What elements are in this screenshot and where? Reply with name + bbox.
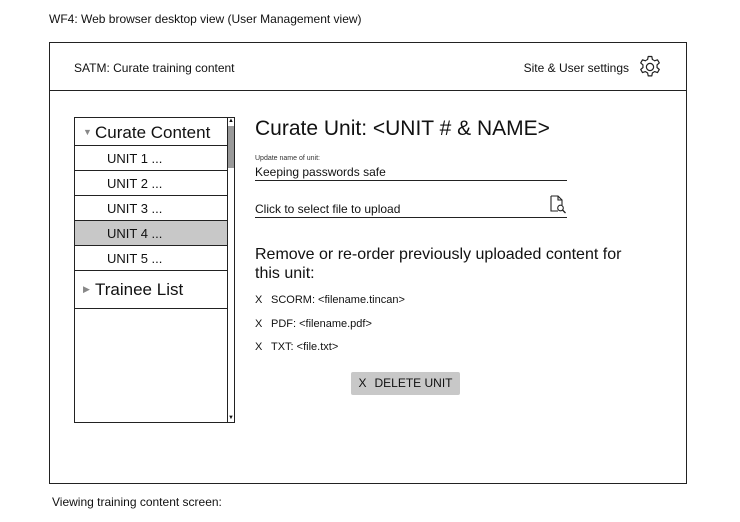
content-item-label: TXT: <file.txt> <box>271 341 339 353</box>
app-title: SATM: Curate training content <box>74 61 235 75</box>
page-title: Curate Unit: <UNIT # & NAME> <box>255 117 550 140</box>
sidebar-section-curate-content[interactable]: ▼ Curate Content <box>75 118 228 146</box>
gear-icon[interactable] <box>637 54 663 80</box>
collapsed-triangle-icon: ▶ <box>83 284 90 294</box>
wireframe-caption: WF4: Web browser desktop view (User Mana… <box>49 12 362 26</box>
content-item-pdf[interactable]: X PDF: <filename.pdf> <box>255 318 372 330</box>
sidebar-item-unit-3[interactable]: UNIT 3 ... <box>75 196 228 221</box>
remove-content-button[interactable]: X <box>255 318 271 330</box>
upload-label: Click to select file to upload <box>255 202 401 216</box>
sidebar-nav: ▼ Curate Content UNIT 1 ... UNIT 2 ... U… <box>74 117 235 423</box>
sidebar-section-label: Trainee List <box>95 280 184 299</box>
sidebar-section-trainee-list[interactable]: ▶ Trainee List <box>75 271 228 309</box>
sidebar-scrollbar[interactable]: ▲ ▼ <box>227 118 234 422</box>
scroll-thumb[interactable] <box>228 126 234 168</box>
site-user-settings-link[interactable]: Site & User settings <box>524 61 629 75</box>
file-search-icon[interactable] <box>549 195 567 214</box>
browser-window: SATM: Curate training content Site & Use… <box>49 42 687 484</box>
file-upload-field[interactable]: Click to select file to upload <box>255 195 567 218</box>
sidebar-item-unit-4[interactable]: UNIT 4 ... <box>75 221 228 246</box>
sidebar-section-label: Curate Content <box>95 123 211 142</box>
screen-caption: Viewing training content screen: <box>52 495 222 509</box>
content-section-heading: Remove or re-order previously uploaded c… <box>255 246 622 282</box>
remove-content-button[interactable]: X <box>255 341 271 353</box>
scroll-down-arrow-icon[interactable]: ▼ <box>228 415 234 422</box>
content-item-scorm[interactable]: X SCORM: <filename.tincan> <box>255 294 405 306</box>
remove-content-button[interactable]: X <box>255 294 271 306</box>
sidebar-item-unit-2[interactable]: UNIT 2 ... <box>75 171 228 196</box>
sidebar-item-unit-1[interactable]: UNIT 1 ... <box>75 146 228 171</box>
app-header: SATM: Curate training content Site & Use… <box>50 43 686 91</box>
unit-name-label: Update name of unit: <box>255 155 320 162</box>
sidebar-item-unit-5[interactable]: UNIT 5 ... <box>75 246 228 271</box>
delete-x-icon: X <box>358 376 367 390</box>
expanded-triangle-icon: ▼ <box>83 127 92 137</box>
content-item-txt[interactable]: X TXT: <file.txt> <box>255 341 338 353</box>
delete-unit-button[interactable]: X DELETE UNIT <box>351 372 460 395</box>
content-item-label: SCORM: <filename.tincan> <box>271 294 405 306</box>
unit-name-input[interactable] <box>255 163 567 181</box>
content-item-label: PDF: <filename.pdf> <box>271 318 372 330</box>
delete-unit-label: DELETE UNIT <box>374 376 453 390</box>
scroll-up-arrow-icon[interactable]: ▲ <box>228 118 234 125</box>
